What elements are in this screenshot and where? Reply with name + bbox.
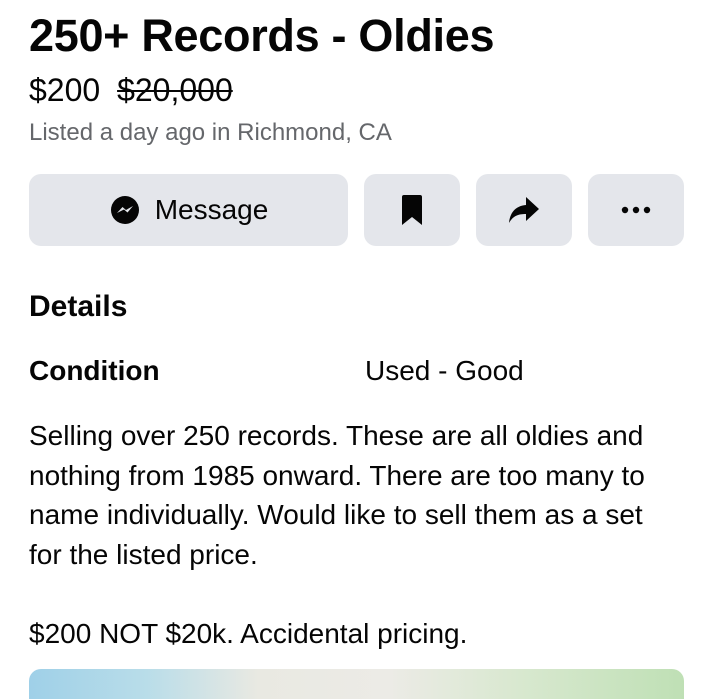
description-paragraph: Selling over 250 records. These are all … <box>29 420 645 570</box>
more-options-button[interactable] <box>588 174 684 246</box>
original-price: $20,000 <box>117 72 233 108</box>
price-row: $200 $20,000 <box>29 70 233 110</box>
bookmark-icon <box>400 194 424 226</box>
share-icon <box>507 195 541 225</box>
messenger-icon <box>109 194 141 226</box>
message-button[interactable]: Message <box>29 174 348 246</box>
listed-info: Listed a day ago in Richmond, CA <box>29 119 392 146</box>
details-heading: Details <box>29 290 128 323</box>
action-bar: Message <box>29 174 684 246</box>
condition-label: Condition <box>29 355 160 386</box>
share-button[interactable] <box>476 174 572 246</box>
more-options-icon <box>621 206 651 214</box>
current-price: $200 <box>29 72 101 108</box>
listing-title: 250+ Records - Oldies <box>29 10 495 61</box>
save-button[interactable] <box>364 174 460 246</box>
condition-value: Used - Good <box>365 355 524 386</box>
listing-description: Selling over 250 records. These are all … <box>29 416 679 653</box>
description-paragraph: $200 NOT $20k. Accidental pricing. <box>29 617 468 649</box>
message-button-label: Message <box>154 194 269 225</box>
location-map[interactable] <box>29 669 684 699</box>
